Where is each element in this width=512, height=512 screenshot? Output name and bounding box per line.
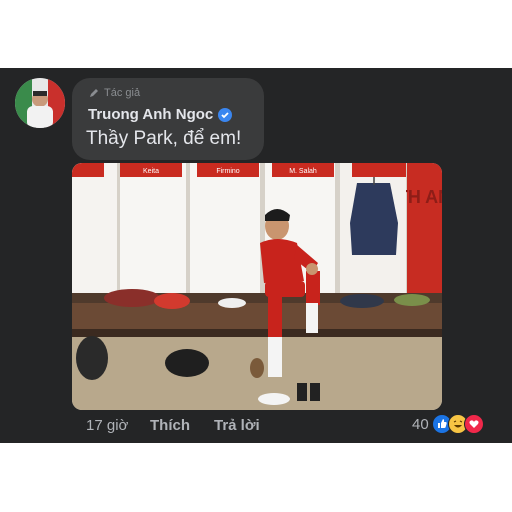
avatar[interactable] bbox=[15, 78, 65, 128]
verified-badge-icon bbox=[218, 107, 233, 122]
author-tag-label: Tác giả bbox=[104, 87, 141, 99]
author-name-row: Truong Anh Ngoc bbox=[88, 106, 233, 123]
author-name[interactable]: Truong Anh Ngoc bbox=[88, 106, 213, 123]
comment-photo[interactable]: TH AN Keita Firmino M. Salah bbox=[72, 163, 442, 410]
reaction-count: 40 bbox=[412, 415, 429, 433]
love-reaction-icon bbox=[463, 414, 484, 434]
comment-text: Thầy Park, để em! bbox=[86, 128, 242, 149]
reply-button[interactable]: Trả lời bbox=[214, 417, 260, 434]
avatar-image bbox=[15, 78, 65, 128]
author-tag: Tác giả bbox=[88, 87, 140, 99]
locker-name-keita: Keita bbox=[143, 168, 159, 175]
locker-name-salah: M. Salah bbox=[289, 168, 317, 175]
locker-name-firmino: Firmino bbox=[216, 168, 239, 175]
like-button[interactable]: Thích bbox=[150, 417, 214, 434]
comment-timestamp[interactable]: 17 giờ bbox=[86, 417, 150, 434]
locker-room-photo: TH AN Keita Firmino M. Salah bbox=[72, 163, 442, 410]
pencil-icon bbox=[90, 89, 98, 97]
reactions-summary[interactable]: 40 bbox=[412, 414, 484, 434]
comment-actions: 17 giờ Thích Trả lời bbox=[86, 417, 260, 434]
